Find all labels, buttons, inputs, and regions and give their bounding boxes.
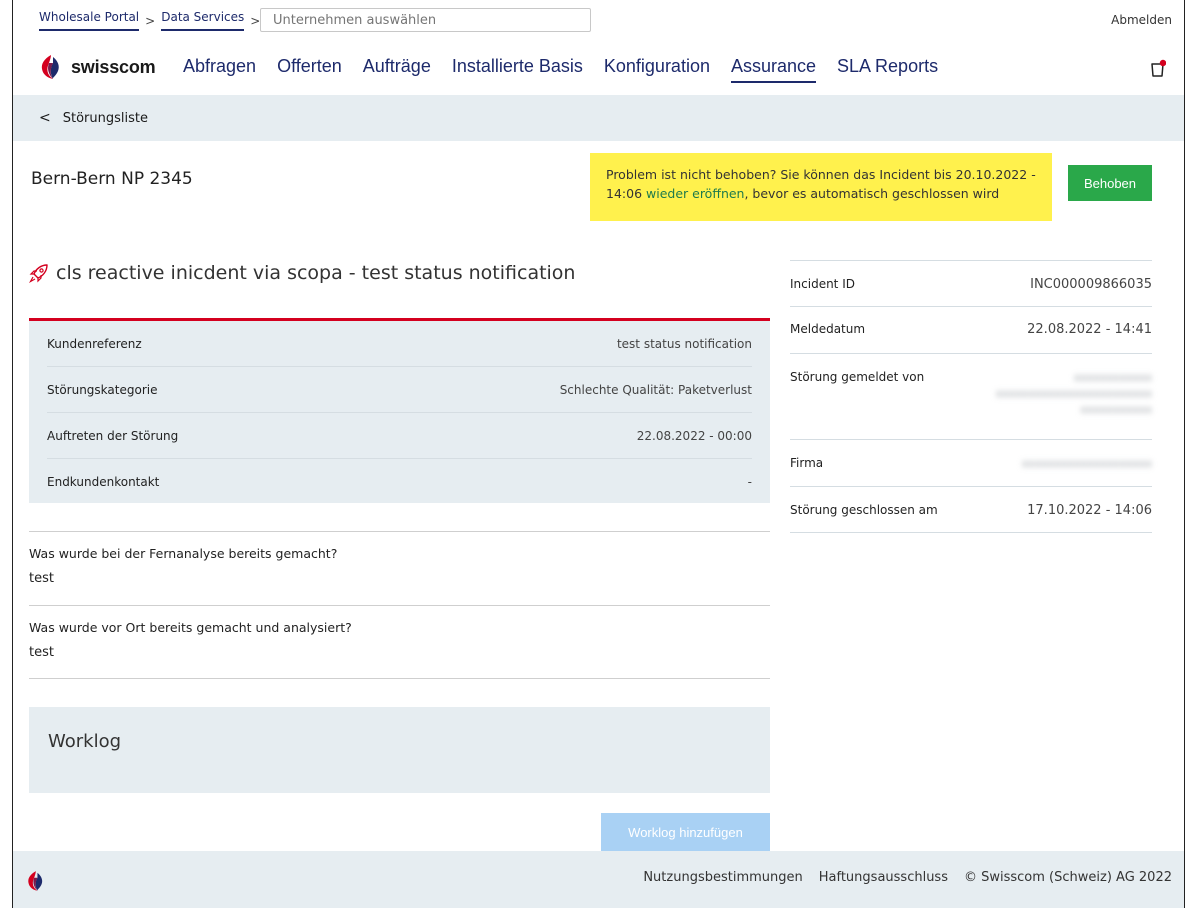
- footer: Nutzungsbestimmungen Haftungsausschluss …: [13, 851, 1184, 908]
- meta-label: Störung gemeldet von: [790, 370, 925, 384]
- meta-value: xxxxxxxxxxxx xxxxxxxxxxxxxxxxxxxxxxxx xxxx…: [996, 370, 1152, 439]
- meta-row: Incident ID INC000009866035: [790, 260, 1152, 306]
- reopen-notice: Problem ist nicht behoben? Sie können da…: [590, 153, 1052, 221]
- meta-label: Meldedatum: [790, 322, 866, 336]
- meta-label: Störung geschlossen am: [790, 503, 938, 517]
- back-bar: < Störungsliste: [13, 95, 1184, 141]
- notice-text-end: , bevor es automatisch geschlossen wird: [744, 186, 1000, 201]
- nav-item-auftraege[interactable]: Aufträge: [363, 56, 431, 83]
- meta-value: xxxxxxxxxxxxxxxxxxxx: [1022, 456, 1152, 486]
- footer-link-nutzungsbestimmungen[interactable]: Nutzungsbestimmungen: [643, 870, 802, 885]
- detail-row: Auftreten der Störung 22.08.2022 - 00:00: [47, 413, 752, 459]
- question-block: Was wurde vor Ort bereits gemacht und an…: [29, 605, 770, 660]
- back-link-stoerungsliste[interactable]: Störungsliste: [63, 111, 148, 126]
- nav-menu: Abfragen Offerten Aufträge Installierte …: [183, 56, 959, 83]
- meta-label: Firma: [790, 456, 824, 470]
- title-row: Bern-Bern NP 2345 Problem ist nicht beho…: [13, 141, 1184, 246]
- breadcrumb-data-services[interactable]: Data Services: [161, 10, 245, 31]
- nav-item-assurance[interactable]: Assurance: [730, 56, 817, 83]
- company-select-input[interactable]: [260, 8, 591, 32]
- nav-item-offerten[interactable]: Offerten: [277, 56, 342, 83]
- chevron-left-icon[interactable]: <: [39, 110, 51, 126]
- detail-value: test status notification: [616, 336, 752, 351]
- meta-label: Incident ID: [790, 277, 855, 291]
- logout-link[interactable]: Abmelden: [1111, 13, 1172, 27]
- meta-value: INC000009866035: [1030, 277, 1152, 292]
- behoben-button[interactable]: Behoben: [1068, 165, 1152, 201]
- detail-row: Endkundenkontakt -: [47, 459, 752, 505]
- meta-value: 22.08.2022 - 14:41: [1027, 322, 1152, 337]
- divider: [29, 678, 770, 679]
- meta-value: 17.10.2022 - 14:06: [1027, 503, 1152, 518]
- detail-row: Kundenreferenz test status notification: [47, 321, 752, 367]
- meta-row: Firma xxxxxxxxxxxxxxxxxxxx: [790, 439, 1152, 486]
- question-answer: test: [29, 571, 54, 586]
- question-answer: test: [29, 645, 54, 660]
- worklog-title: Worklog: [48, 731, 122, 752]
- detail-value: Schlechte Qualität: Paketverlust: [559, 382, 752, 397]
- detail-label: Störungskategorie: [47, 382, 158, 397]
- chevron-right-icon: >: [250, 13, 261, 28]
- swisscom-logo-icon: [41, 55, 59, 79]
- meta-row: Meldedatum 22.08.2022 - 14:41: [790, 306, 1152, 353]
- main-nav: swisscom Abfragen Offerten Aufträge Inst…: [13, 40, 1184, 95]
- detail-label: Auftreten der Störung: [47, 428, 179, 443]
- cart-icon[interactable]: [1150, 59, 1166, 77]
- detail-row: Störungskategorie Schlechte Qualität: Pa…: [47, 367, 752, 413]
- question-block: Was wurde bei der Fernanalyse bereits ge…: [29, 531, 770, 586]
- meta-row: Störung gemeldet von xxxxxxxxxxxx xxxxxxx…: [790, 353, 1152, 439]
- incident-meta: Incident ID INC000009866035 Meldedatum 2…: [790, 260, 1152, 533]
- nav-item-installierte-basis[interactable]: Installierte Basis: [452, 56, 583, 83]
- redacted-company: xxxxxxxxxxxxxxxxxxxx: [1021, 457, 1152, 470]
- redacted-reporter: xxxxxxxxxxxx xxxxxxxxxxxxxxxxxxxxxxxx xxxx…: [995, 371, 1152, 416]
- worklog-panel: Worklog: [29, 707, 770, 793]
- detail-label: Endkundenkontakt: [47, 475, 160, 489]
- nav-item-konfiguration[interactable]: Konfiguration: [604, 56, 710, 83]
- service-title: Bern-Bern NP 2345: [31, 169, 193, 189]
- nav-item-sla-reports[interactable]: SLA Reports: [837, 56, 938, 83]
- incident-title-text: cls reactive inicdent via scopa - test s…: [56, 262, 576, 284]
- breadcrumb-wholesale-portal[interactable]: Wholesale Portal: [39, 10, 140, 31]
- breadcrumb: Wholesale Portal > Data Services >: [39, 10, 266, 31]
- question-label: Was wurde bei der Fernanalyse bereits ge…: [29, 546, 338, 561]
- rocket-icon: [29, 264, 48, 283]
- footer-copyright: © Swisscom (Schweiz) AG 2022: [963, 870, 1172, 885]
- reopen-link[interactable]: wieder eröffnen: [646, 186, 744, 201]
- incident-title: cls reactive inicdent via scopa - test s…: [29, 262, 575, 284]
- meta-row: Störung geschlossen am 17.10.2022 - 14:0…: [790, 486, 1152, 533]
- app-window: Wholesale Portal > Data Services > Abmel…: [12, 0, 1185, 908]
- brand-logo[interactable]: swisscom: [39, 54, 156, 80]
- detail-label: Kundenreferenz: [47, 336, 142, 351]
- chevron-right-icon: >: [145, 13, 156, 28]
- brand-name: swisscom: [71, 56, 156, 77]
- footer-links: Nutzungsbestimmungen Haftungsausschluss …: [627, 870, 1172, 885]
- detail-value: -: [747, 475, 752, 489]
- add-worklog-button[interactable]: Worklog hinzufügen: [601, 813, 770, 851]
- detail-value: 22.08.2022 - 00:00: [636, 428, 752, 443]
- incident-details-card: Kundenreferenz test status notification …: [29, 318, 770, 503]
- question-label: Was wurde vor Ort bereits gemacht und an…: [29, 620, 352, 635]
- nav-item-abfragen[interactable]: Abfragen: [183, 56, 256, 83]
- top-bar: Wholesale Portal > Data Services > Abmel…: [13, 0, 1184, 40]
- footer-link-haftungsausschluss[interactable]: Haftungsausschluss: [819, 870, 948, 885]
- swisscom-logo-icon: [28, 871, 43, 891]
